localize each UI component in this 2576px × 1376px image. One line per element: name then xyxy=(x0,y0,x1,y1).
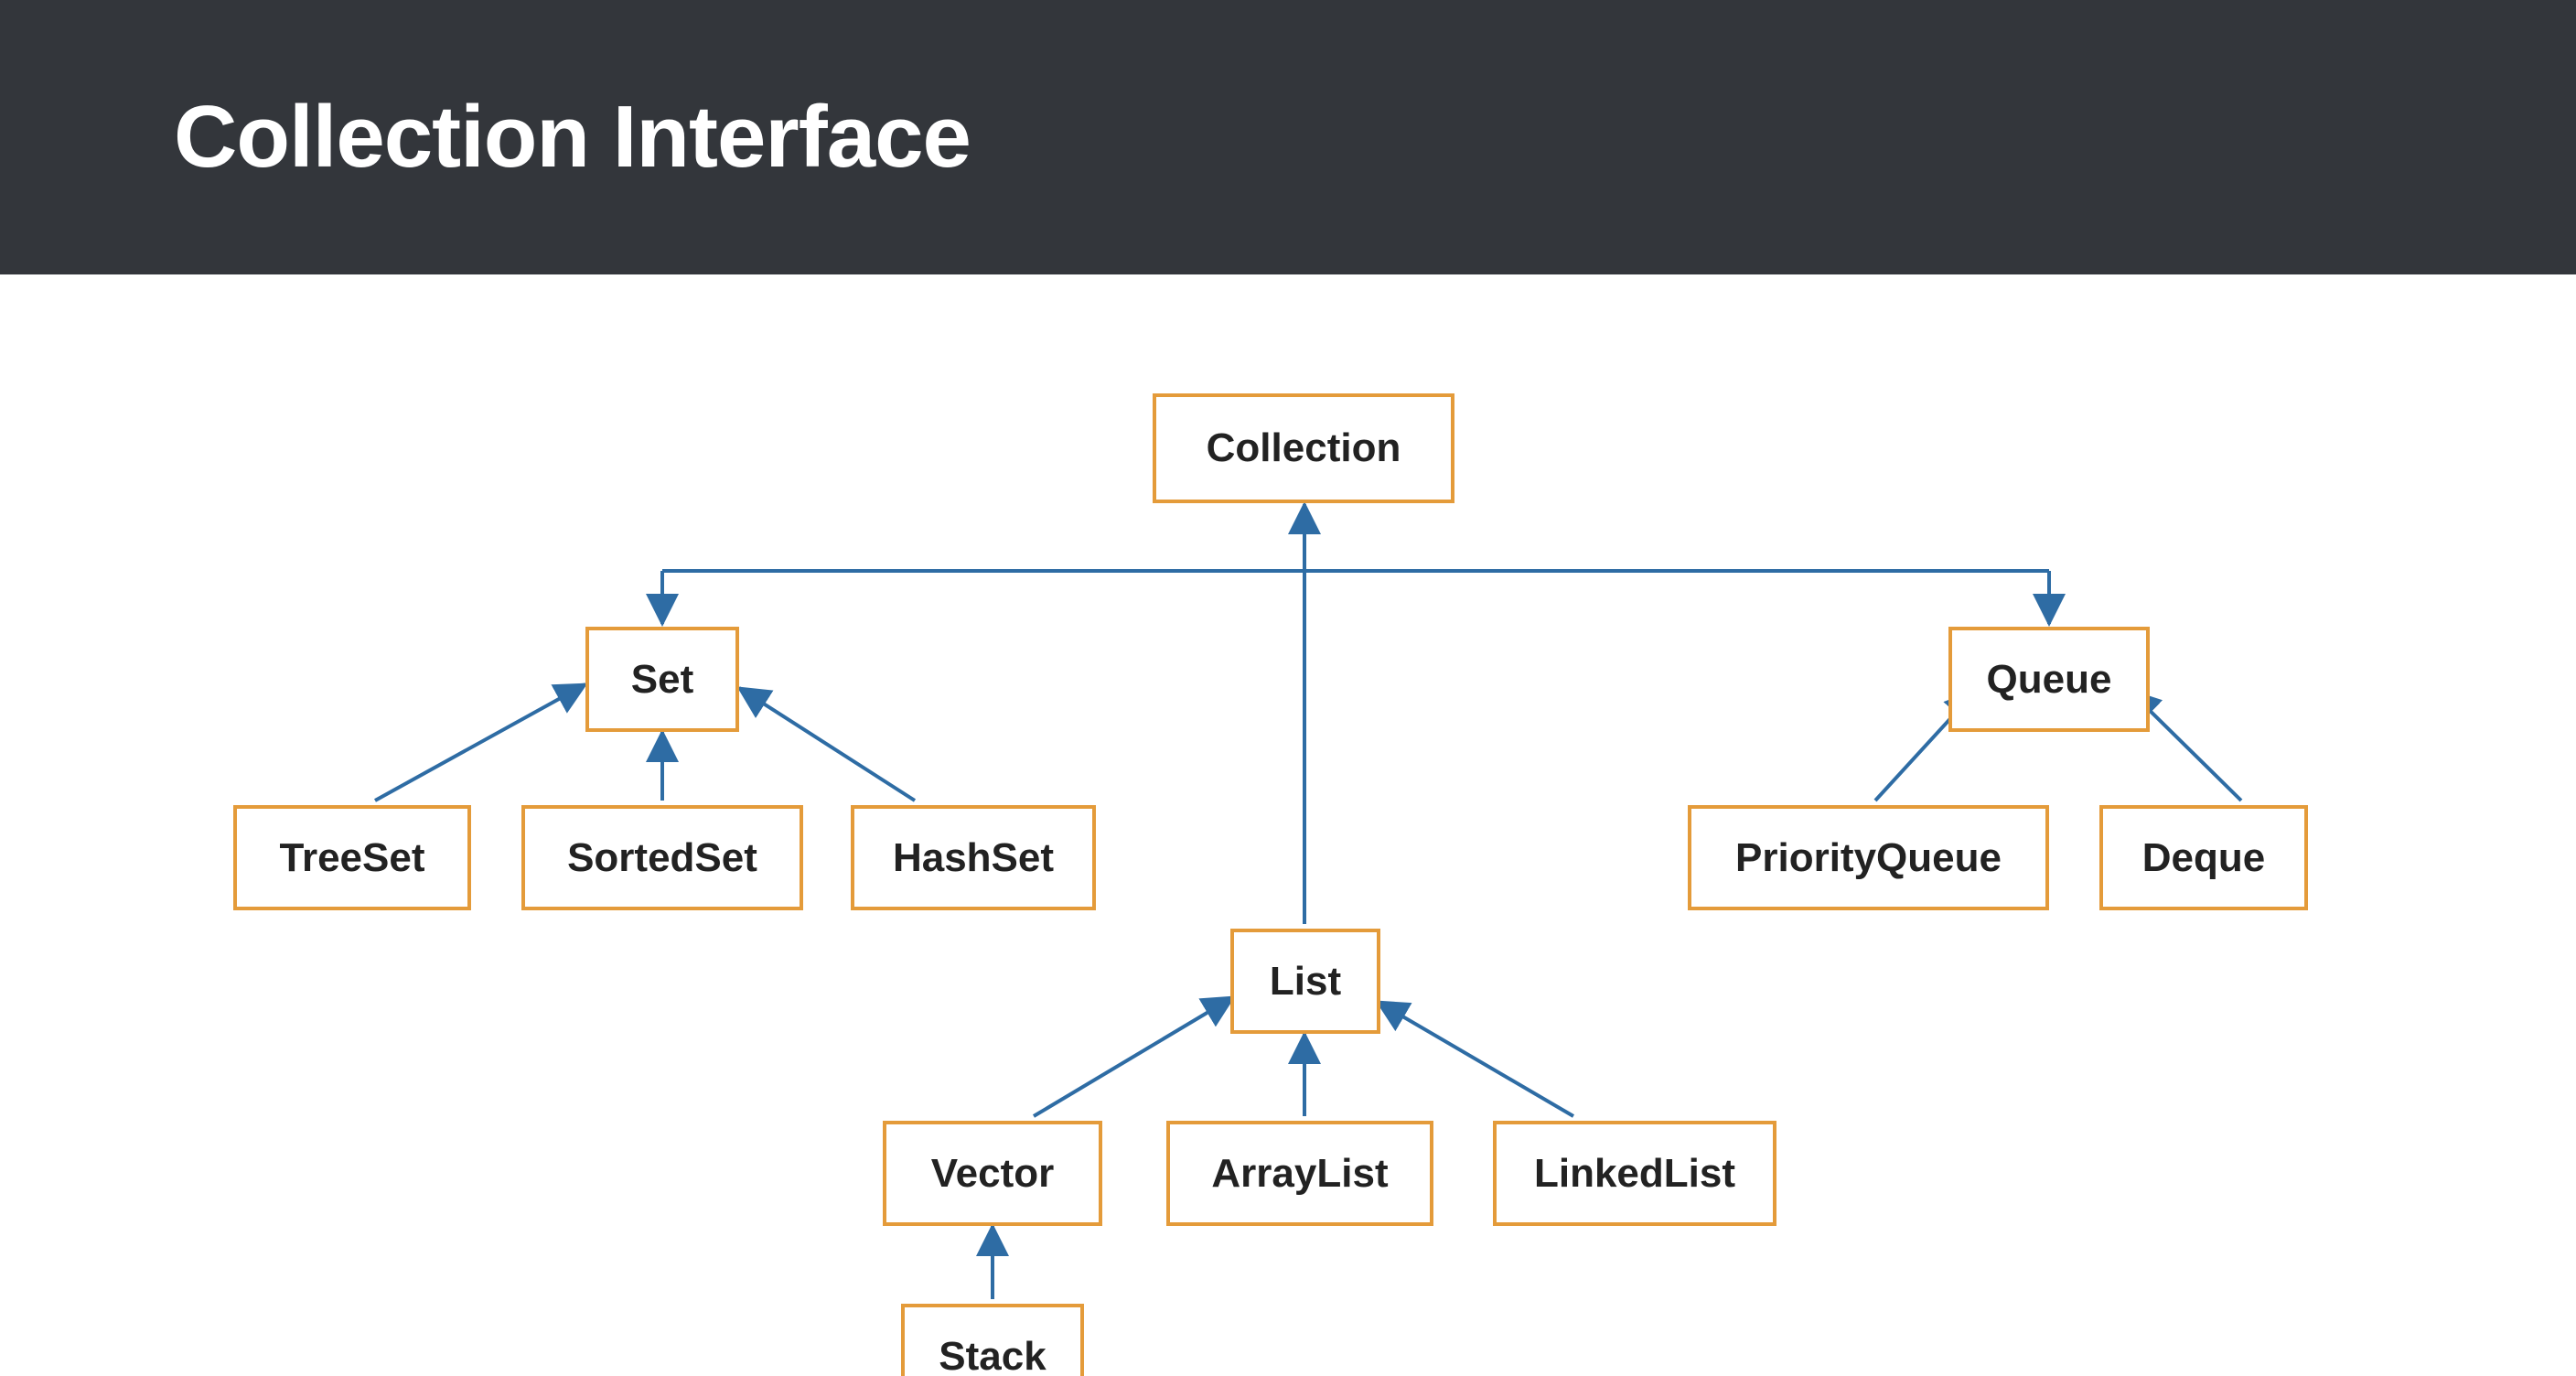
edge-linkedlist-list xyxy=(1378,1002,1573,1116)
edge-hashset-set xyxy=(739,688,915,801)
node-treeset: TreeSet xyxy=(233,805,471,910)
node-deque: Deque xyxy=(2099,805,2308,910)
node-collection: Collection xyxy=(1153,393,1454,503)
node-set: Set xyxy=(585,627,739,732)
node-hashset: HashSet xyxy=(851,805,1096,910)
slide-header: Collection Interface xyxy=(0,0,2576,274)
slide-title: Collection Interface xyxy=(174,87,971,188)
node-linkedlist: LinkedList xyxy=(1493,1121,1776,1226)
node-vector: Vector xyxy=(883,1121,1102,1226)
diagram-canvas: Collection Set List Queue TreeSet Sorted… xyxy=(0,274,2576,1376)
edge-vector-list xyxy=(1034,997,1233,1116)
node-priorityqueue: PriorityQueue xyxy=(1688,805,2049,910)
edge-treeset-set xyxy=(375,684,585,801)
node-stack: Stack xyxy=(901,1304,1084,1376)
node-arraylist: ArrayList xyxy=(1166,1121,1433,1226)
node-list: List xyxy=(1230,929,1380,1034)
node-queue: Queue xyxy=(1948,627,2150,732)
node-sortedset: SortedSet xyxy=(521,805,803,910)
